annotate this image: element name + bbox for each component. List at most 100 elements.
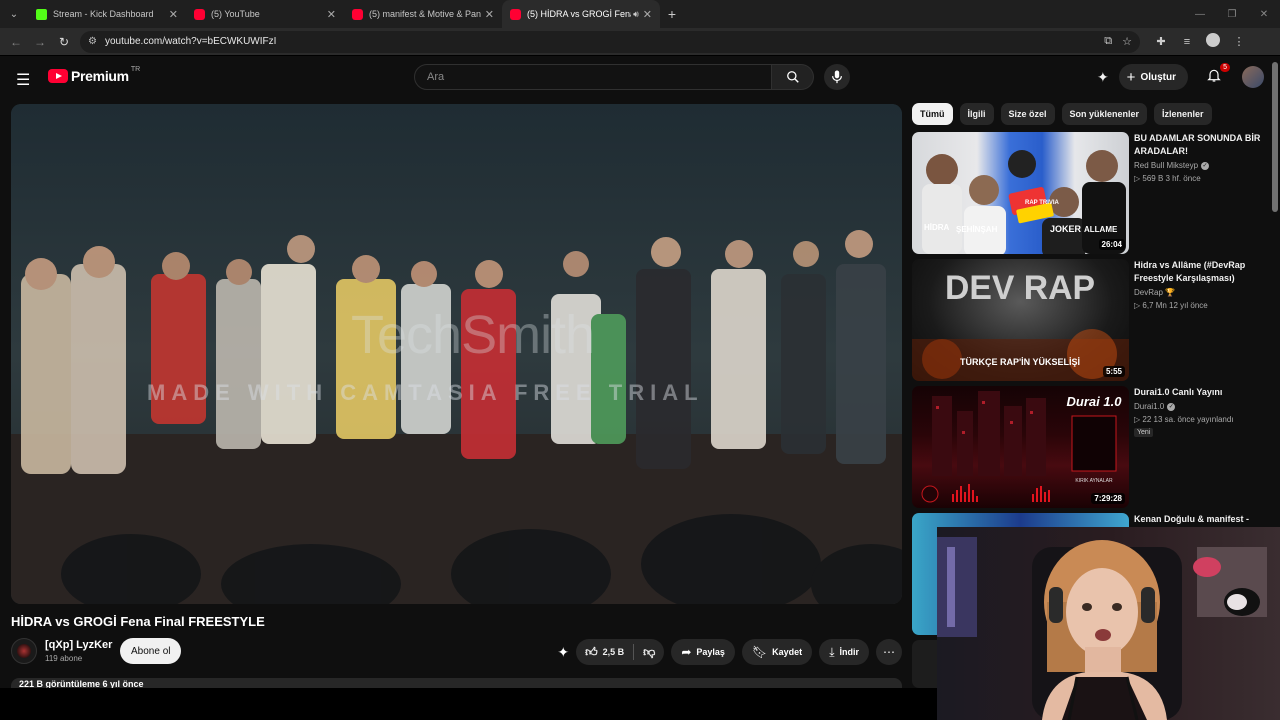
thumb-name-1: HİDRA [924, 223, 950, 232]
voice-search-button[interactable] [824, 64, 850, 90]
back-icon[interactable]: ← [4, 35, 28, 49]
video-player[interactable]: TechSmith MADE WITH CAMTASIA FREE TRIAL [11, 104, 902, 604]
recommendation-channel[interactable]: Red Bull Miksteyp ✓ [1134, 161, 1210, 170]
notification-count-badge: 5 [1220, 62, 1230, 72]
webcam-overlay [937, 527, 1280, 720]
close-window-icon[interactable]: ✕ [1248, 9, 1280, 20]
video-thumbnail[interactable]: RAP TRIVIA HİDRA ŞEHİNŞAH JOKER ALLAME 2… [912, 132, 1129, 254]
dislike-button[interactable]: 👎︎ [634, 639, 664, 665]
channel-name: Red Bull Miksteyp [1134, 161, 1199, 170]
description-box[interactable]: 221 B görüntüleme 6 yıl önce [11, 678, 902, 688]
save-button[interactable]: 🔖︎ Kaydet [741, 639, 813, 665]
new-badge: Yeni [1134, 428, 1154, 437]
install-app-icon[interactable]: ⧉ [1104, 35, 1112, 48]
video-duration: 26:04 [1098, 239, 1125, 250]
country-code: TR [130, 65, 141, 73]
channel-name[interactable]: [qXp] LyzKer [45, 639, 112, 651]
reload-icon[interactable]: ↻ [52, 35, 76, 49]
kick-favicon-icon [36, 8, 47, 20]
forward-icon[interactable]: → [28, 35, 52, 49]
new-tab-icon[interactable]: + [660, 6, 684, 22]
verified-icon: ✓ [1167, 402, 1176, 411]
audio-playing-icon[interactable]: 🔊︎ [633, 9, 639, 20]
browser-menu-icon[interactable]: ⋮ [1226, 35, 1252, 48]
related-filter-chips: Tümü İlgili Size özel Son yüklenenler İz… [912, 103, 1219, 125]
more-actions-icon[interactable]: ⋯ [876, 639, 902, 665]
search-button[interactable] [772, 64, 814, 90]
search-input[interactable] [414, 64, 772, 90]
chip-all[interactable]: Tümü [912, 103, 953, 125]
recommendation-channel[interactable]: DevRap 🏆 [1134, 288, 1175, 297]
recommendation-item[interactable]: Durai 1.0 KIRIK AYNALAR 7:29:28 Durai1.0… [912, 386, 1272, 508]
page-scrollbar[interactable] [1272, 62, 1278, 212]
tab-close-icon[interactable]: ✕ [169, 8, 178, 21]
subscribe-button[interactable]: Abone ol [120, 638, 182, 664]
youtube-favicon-icon [510, 8, 521, 20]
browser-tab[interactable]: (5) manifest & Motive & Pango ✕ [344, 0, 502, 28]
thumb-name-3: JOKER [1050, 224, 1082, 234]
chip-watched[interactable]: İzlenenler [1154, 103, 1212, 125]
menu-icon[interactable]: ☰ [16, 70, 30, 90]
profile-icon[interactable] [1200, 33, 1226, 50]
recommendation-title[interactable]: Kenan Doğulu & manifest - [1134, 513, 1262, 526]
channel-avatar[interactable] [11, 638, 37, 664]
video-title: HİDRA vs GROGİ Fena Final FREESTYLE [11, 614, 265, 629]
recommendation-meta: ▷ 6,7 Mn 12 yıl önce [1134, 301, 1208, 310]
tab-close-icon[interactable]: ✕ [643, 8, 652, 21]
youtube-header: ☰ Premium TR ✦ + Oluştur 5 [0, 56, 1280, 100]
maximize-icon[interactable]: ❐ [1216, 9, 1248, 20]
youtube-favicon-icon [352, 8, 363, 20]
recommendation-channel[interactable]: Durai1.0 ✓ [1134, 402, 1176, 411]
recommendation-item[interactable]: RAP TRIVIA HİDRA ŞEHİNŞAH JOKER ALLAME 2… [912, 132, 1272, 254]
youtube-favicon-icon [194, 8, 205, 20]
video-thumbnail[interactable]: Durai 1.0 KIRIK AYNALAR 7:29:28 [912, 386, 1129, 508]
recommendation-title[interactable]: Durai1.0 Canlı Yayını [1134, 386, 1262, 399]
ask-spark-icon[interactable]: ✦ [557, 644, 569, 661]
recommendation-meta: ▷ 22 13 sa. önce yayınlandı [1134, 415, 1234, 424]
recommendation-item[interactable]: DEV RAP TÜRKÇE RAP'İN YÜKSELİŞİ 5:55 Hid… [912, 259, 1272, 381]
site-info-icon[interactable]: ⚙ [88, 36, 97, 47]
microphone-icon [832, 70, 842, 84]
video-thumbnail[interactable]: DEV RAP TÜRKÇE RAP'İN YÜKSELİŞİ 5:55 [912, 259, 1129, 381]
create-button[interactable]: + Oluştur [1118, 64, 1188, 90]
subscriber-count: 119 abone [45, 654, 83, 663]
extension-icons: ✚ ≡ ⋮ [1148, 33, 1252, 50]
recommendation-title[interactable]: BU ADAMLAR SONUNDA BİR ARADALAR! [1134, 132, 1262, 158]
tab-title: (5) YouTube [211, 9, 260, 19]
thumb-logo: Durai 1.0 [1067, 394, 1123, 409]
save-label: Kaydet [772, 647, 803, 657]
tab-title: Stream - Kick Dashboard [53, 9, 154, 19]
thumbs-up-icon: 👍︎ [585, 644, 598, 659]
tab-close-icon[interactable]: ✕ [485, 8, 494, 21]
gemini-spark-icon[interactable]: ✦ [1097, 69, 1109, 86]
recommendation-title[interactable]: Hidra vs Allâme (#DevRap Freestyle Karşı… [1134, 259, 1262, 285]
share-button[interactable]: ➦ Paylaş [671, 639, 735, 665]
search-icon [786, 71, 799, 83]
browser-tab[interactable]: Stream - Kick Dashboard ✕ [28, 0, 186, 28]
techsmith-watermark: TechSmith [351, 305, 595, 365]
notifications-button[interactable]: 5 [1200, 62, 1230, 88]
reading-list-icon[interactable]: ≡ [1174, 36, 1200, 48]
minimize-icon[interactable]: — [1184, 9, 1216, 20]
bookmark-icon: 🔖︎ [751, 645, 768, 659]
bookmark-star-icon[interactable]: ☆ [1122, 35, 1132, 48]
youtube-premium-logo[interactable]: Premium TR [48, 65, 141, 84]
account-avatar[interactable] [1242, 66, 1264, 88]
extensions-puzzle-icon[interactable]: ✚ [1148, 35, 1174, 48]
download-button[interactable]: ⤓ İndir [819, 639, 869, 665]
logo-text: Premium [71, 68, 129, 84]
browser-tab[interactable]: (5) YouTube ✕ [186, 0, 344, 28]
like-count: 2,5 B [602, 647, 625, 657]
channel-row: [qXp] LyzKer 119 abone Abone ol ✦ 👍︎ 2,5… [11, 636, 902, 668]
chip-recently-uploaded[interactable]: Son yüklenenler [1061, 103, 1148, 125]
url-text[interactable]: youtube.com/watch?v=bECWKUWIFzI [105, 36, 1094, 47]
browser-tab-active[interactable]: (5) HİDRA vs GROGİ Fena F 🔊︎ ✕ [502, 0, 660, 28]
plus-icon: + [1126, 68, 1136, 86]
chip-for-you[interactable]: Size özel [1000, 103, 1055, 125]
tab-search-icon[interactable]: ⌄ [0, 0, 28, 28]
chip-related[interactable]: İlgili [959, 103, 994, 125]
like-button[interactable]: 👍︎ 2,5 B [576, 639, 633, 665]
thumb-name-4: ALLAME [1084, 225, 1118, 234]
address-bar[interactable]: ⚙ youtube.com/watch?v=bECWKUWIFzI ⧉ ☆ [80, 30, 1140, 53]
tab-close-icon[interactable]: ✕ [327, 8, 336, 21]
